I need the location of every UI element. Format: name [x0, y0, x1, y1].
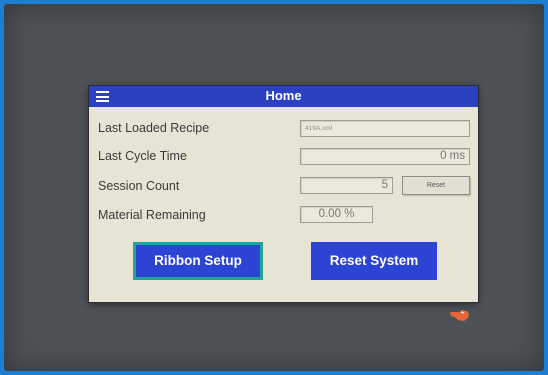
material-remaining-label: Material Remaining: [98, 208, 206, 222]
ribbon-setup-button[interactable]: Ribbon Setup: [133, 242, 263, 280]
session-reset-button[interactable]: Reset: [402, 176, 470, 195]
hmi-screen: Home Last Loaded Recipe 419A.xml Last Cy…: [89, 86, 478, 302]
page-title: Home: [265, 88, 302, 103]
title-bar: Home: [89, 86, 478, 107]
hand-pointer-icon: [450, 310, 469, 321]
device-bezel: Home Last Loaded Recipe 419A.xml Last Cy…: [4, 4, 544, 371]
last-cycle-time-label: Last Cycle Time: [98, 149, 187, 163]
last-cycle-time-field: 0 ms: [300, 148, 470, 165]
last-loaded-recipe-field[interactable]: 419A.xml: [300, 120, 470, 137]
session-count-field: 5: [300, 177, 393, 194]
material-remaining-field: 0.00 %: [300, 206, 373, 223]
session-count-label: Session Count: [98, 179, 180, 193]
reset-system-button[interactable]: Reset System: [311, 242, 437, 280]
last-loaded-recipe-label: Last Loaded Recipe: [98, 121, 210, 135]
